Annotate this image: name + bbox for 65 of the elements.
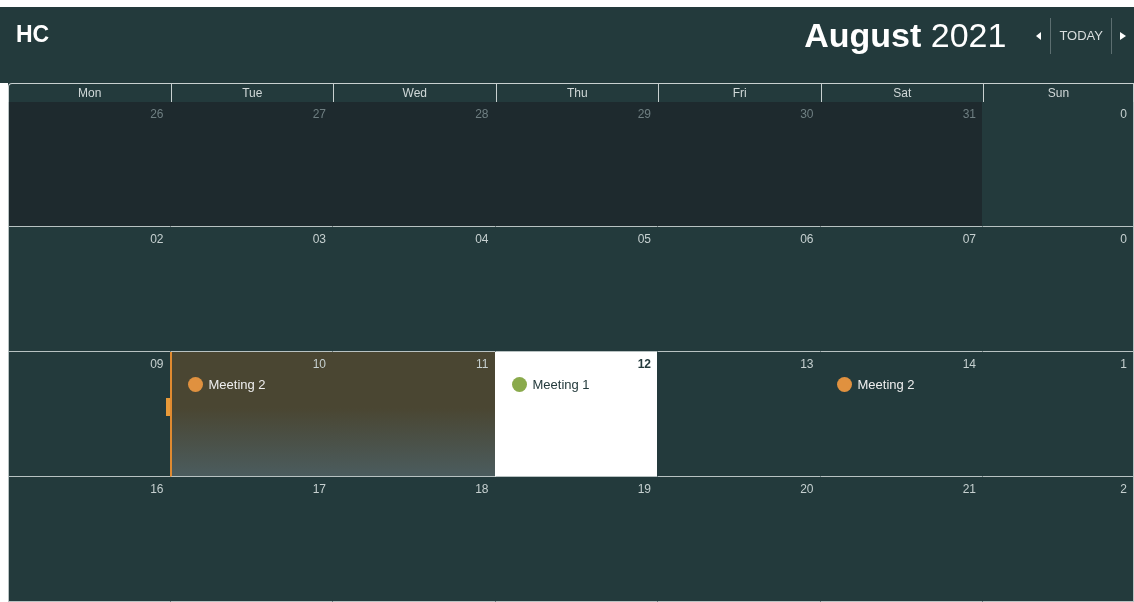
day-cell[interactable]: 26 [8, 102, 171, 227]
event-label[interactable]: Meeting 1 [532, 377, 590, 392]
caret-right-icon [1120, 31, 1126, 40]
day-cell[interactable]: 29 [494, 102, 658, 227]
day-number: 19 [637, 482, 651, 496]
day-cell[interactable]: 28 [332, 102, 496, 227]
app-title: HC [16, 21, 50, 48]
day-cell[interactable]: 1 [982, 352, 1134, 477]
day-cell[interactable]: 12 Meeting 1 [494, 352, 658, 477]
day-number: 10 [312, 357, 326, 371]
day-number: 2 [1120, 482, 1127, 496]
day-number: 28 [475, 107, 489, 121]
day-number: 20 [800, 482, 814, 496]
day-cell[interactable]: 03 [169, 227, 333, 352]
caret-left-icon [1036, 31, 1043, 40]
day-cell[interactable]: 07 [819, 227, 983, 352]
day-cell[interactable]: 18 [332, 477, 496, 602]
day-cell[interactable]: 16 [8, 477, 171, 602]
day-number: 29 [637, 107, 651, 121]
resize-handle[interactable] [165, 398, 170, 416]
day-number: 30 [800, 107, 814, 121]
day-number: 1 [1120, 357, 1127, 371]
day-cell[interactable]: 11 [332, 352, 496, 477]
day-number: 09 [150, 357, 164, 371]
day-cell[interactable]: 20 [657, 477, 821, 602]
day-cell[interactable]: 04 [332, 227, 496, 352]
day-cell[interactable]: 0 [982, 102, 1134, 227]
day-number: 07 [962, 232, 976, 246]
day-number: 16 [150, 482, 164, 496]
day-cell[interactable]: 02 [8, 227, 171, 352]
day-cell[interactable]: 05 [494, 227, 658, 352]
day-cell[interactable]: 09 [8, 352, 171, 477]
month-title: August 2021 [804, 16, 1007, 55]
day-cell[interactable]: 31 [819, 102, 983, 227]
day-number: 13 [800, 357, 814, 371]
day-number: 0 [1120, 232, 1127, 246]
day-cell[interactable]: 30 [657, 102, 821, 227]
day-cell[interactable]: 06 [657, 227, 821, 352]
day-number: 11 [476, 357, 489, 371]
event-label[interactable]: Meeting 2 [208, 377, 266, 392]
day-number: 27 [312, 107, 326, 121]
day-number: 03 [312, 232, 326, 246]
day-number: 31 [962, 107, 976, 121]
day-number: 02 [150, 232, 164, 246]
today-button[interactable]: TODAY [1050, 17, 1112, 54]
day-number: 18 [475, 482, 489, 496]
day-cell[interactable]: 27 [169, 102, 333, 227]
day-cell[interactable]: 0 [982, 227, 1134, 352]
day-number: 17 [312, 482, 326, 496]
day-number: 12 [637, 357, 651, 371]
day-cell[interactable]: 19 [494, 477, 658, 602]
day-cell[interactable]: 21 [819, 477, 983, 602]
day-number: 14 [962, 357, 976, 371]
day-cell[interactable]: 10 Meeting 2 [169, 352, 333, 477]
event-label[interactable]: Meeting 2 [857, 377, 915, 392]
day-cell[interactable]: 14 Meeting 2 [819, 352, 983, 477]
day-number: 05 [637, 232, 651, 246]
day-number: 26 [150, 107, 164, 121]
day-cell[interactable]: 2 [982, 477, 1134, 602]
day-number: 06 [800, 232, 814, 246]
day-cell[interactable]: 13 [657, 352, 821, 477]
day-number: 04 [475, 232, 489, 246]
day-number: 21 [962, 482, 976, 496]
day-number: 0 [1120, 107, 1127, 121]
day-cell[interactable]: 17 [169, 477, 333, 602]
